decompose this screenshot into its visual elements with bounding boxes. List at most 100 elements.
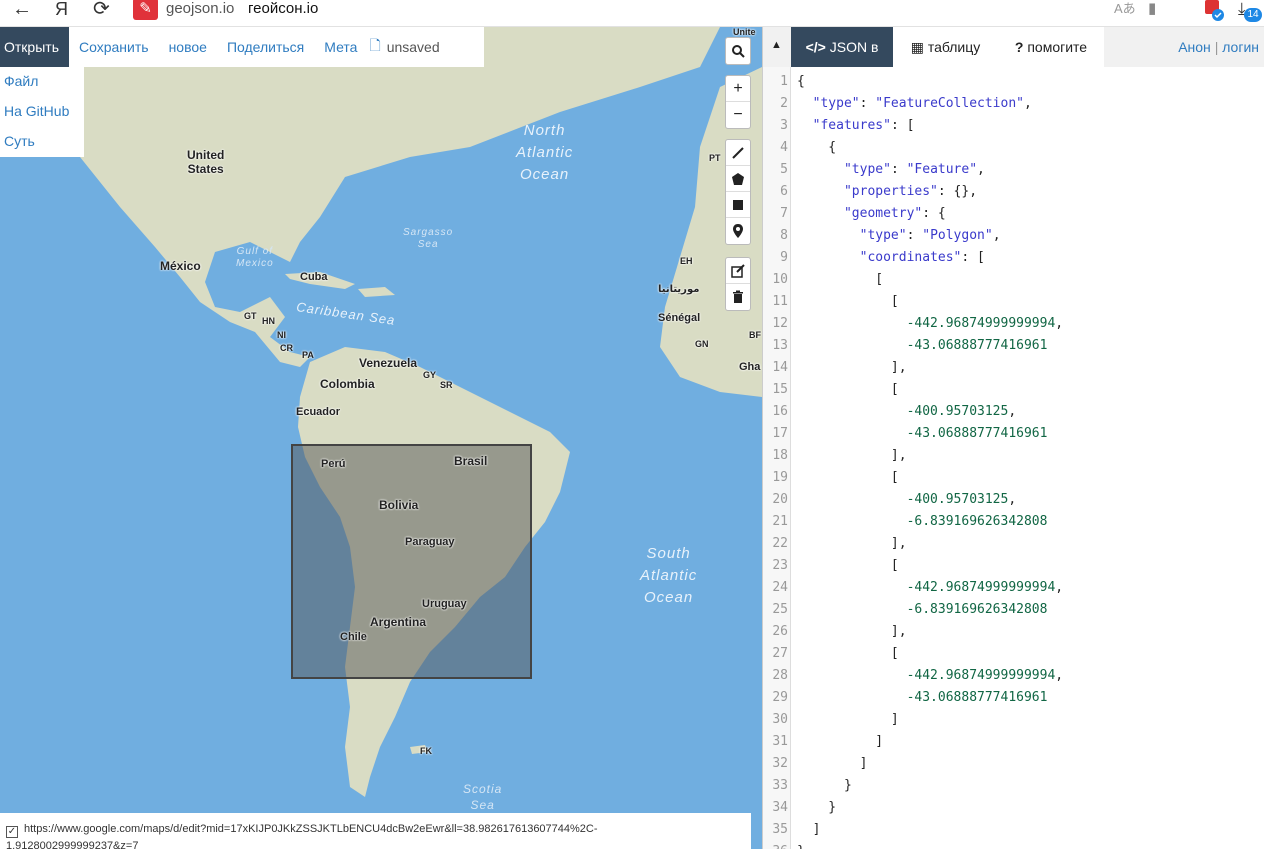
line-number: 8	[780, 228, 788, 243]
line-number: 11	[772, 294, 788, 309]
search-button[interactable]	[726, 38, 750, 64]
map-label-pt: PT	[709, 153, 721, 163]
line-number: 20	[772, 492, 788, 507]
line-number: 24	[772, 580, 788, 595]
code-line: ]	[797, 822, 821, 837]
code-line: {	[797, 140, 837, 155]
draw-polygon-button[interactable]	[726, 166, 750, 192]
map-label-pa: PA	[302, 350, 314, 360]
code-line: -400.95703125,	[906, 492, 1017, 507]
menu-share[interactable]: Поделиться	[217, 27, 314, 67]
map-url-footer: ✓ https://www.google.com/maps/d/edit?mid=…	[0, 813, 751, 849]
tab-table[interactable]: ▦ таблицу	[893, 27, 998, 67]
footer-url-line2[interactable]: 1.9128002999999237&z=7	[6, 840, 138, 849]
line-number: 21	[772, 514, 788, 529]
line-number: 18	[772, 448, 788, 463]
yandex-icon[interactable]: Я	[55, 0, 68, 18]
extension-icon[interactable]	[1203, 0, 1225, 21]
code-line: -442.96874999999994,	[906, 580, 1064, 595]
site-favicon-icon: ✎	[133, 0, 158, 20]
code-line: "type": "FeatureCollection",	[812, 96, 1032, 111]
anon-link[interactable]: Анон	[1178, 39, 1211, 55]
ocean-label-scotia: Scotia Sea	[463, 782, 503, 812]
back-arrow-icon[interactable]: ←	[12, 0, 32, 19]
line-number: 10	[772, 272, 788, 287]
code-line: ],	[797, 360, 907, 375]
map-label-mauritania: موريتانيا	[658, 284, 700, 295]
reload-icon[interactable]: ⟳	[93, 0, 110, 19]
code-line: "features": [	[812, 118, 915, 133]
menu-save[interactable]: Сохранить	[69, 27, 159, 67]
code-line: }	[797, 778, 852, 793]
map-label-argentina: Argentina	[370, 615, 427, 629]
top-menu: Открыть Сохранить новое Поделиться Мета …	[0, 27, 484, 67]
line-number: 6	[780, 184, 788, 199]
menu-meta[interactable]: Мета	[314, 27, 367, 67]
map-label-chile: Chile	[340, 631, 367, 643]
code-line: "type": "Polygon",	[859, 228, 1001, 243]
footer-url-line1[interactable]: https://www.google.com/maps/d/edit?mid=1…	[24, 823, 598, 835]
line-number: 4	[780, 140, 788, 155]
tab-json[interactable]: </> JSON в	[791, 27, 893, 67]
ocean-label-sargasso: Sargasso Sea	[403, 227, 454, 250]
delete-layers-button[interactable]	[726, 284, 750, 310]
panel-tabs: ▲ </> JSON в ▦ таблицу ? помогите Анон |…	[763, 27, 1264, 67]
code-line: "coordinates": [	[859, 250, 985, 265]
line-number: 23	[772, 558, 788, 573]
line-number: 32	[772, 756, 788, 771]
map-label-ghana: Gha	[739, 361, 761, 373]
code-line: ]	[797, 756, 868, 771]
footer-checkbox[interactable]: ✓	[6, 826, 18, 838]
map-label-hn: HN	[262, 316, 275, 326]
line-number: 34	[772, 800, 788, 815]
marker-icon	[733, 224, 743, 238]
bookmark-icon[interactable]: ▮	[1148, 0, 1156, 18]
tab-help[interactable]: ? помогите	[998, 27, 1104, 67]
map-label-peru: Perú	[321, 458, 346, 470]
map-label-eh: EH	[680, 256, 693, 266]
tab-json-label: JSON в	[829, 39, 879, 55]
browser-domain[interactable]: geojson.io	[166, 0, 234, 17]
zoom-out-button[interactable]: −	[726, 102, 750, 128]
ocean-label-south-atlantic: South Atlantic Ocean	[640, 545, 698, 606]
map-label-sr: SR	[440, 380, 453, 390]
open-dropdown-menu: Файл На GitHub Суть	[0, 67, 84, 157]
line-number: 14	[772, 360, 788, 375]
map-label-gt: GT	[244, 311, 257, 321]
browser-toolbar: ← Я ⟳ ✎ geojson.io геойсон.io Aあ ▮ ⤓ 14	[0, 0, 1264, 27]
menu-open[interactable]: Открыть	[0, 27, 69, 67]
zoom-in-button[interactable]: +	[726, 76, 750, 102]
tab-table-label: таблицу	[927, 39, 981, 55]
ocean-label-gulf-of-mexico: Gulf of Mexico	[236, 246, 274, 269]
ocean-label-north-atlantic: North Atlantic Ocean	[516, 122, 574, 183]
edit-icon	[731, 263, 745, 278]
login-link[interactable]: логин	[1222, 39, 1259, 55]
draw-line-button[interactable]	[726, 140, 750, 166]
line-number: 12	[772, 316, 788, 331]
document-icon: 🗋	[369, 37, 381, 53]
draw-rectangle-button[interactable]	[726, 192, 750, 218]
code-line: ]	[797, 712, 899, 727]
auth-links: Анон | логин	[1178, 27, 1259, 67]
collapse-panel-icon[interactable]: ▲	[771, 39, 782, 51]
json-editor[interactable]: 1 2 3 4 5 6 7 8 9 10 11 12 13 14 15 16 17 18 19 20 21 22 23 24 2…	[763, 67, 1264, 849]
dropdown-item-github[interactable]: На GitHub	[0, 97, 84, 127]
map-label-venezuela: Venezuela	[359, 356, 418, 370]
line-number: 28	[772, 668, 788, 683]
code-line: ]	[797, 734, 884, 749]
line-number: 9	[780, 250, 788, 265]
edit-layers-button[interactable]	[726, 258, 750, 284]
code-line: "properties": {},	[843, 184, 978, 199]
map-label-bf: BF	[749, 330, 761, 340]
map-basemap	[30, 27, 762, 797]
menu-new[interactable]: новое	[159, 27, 217, 67]
dropdown-item-gist[interactable]: Суть	[0, 127, 84, 157]
code-line: ],	[797, 624, 907, 639]
edit-toolbar	[725, 257, 751, 311]
draw-marker-button[interactable]	[726, 218, 750, 244]
map-canvas[interactable]: United States México Cuba Venezuela Colom…	[0, 27, 762, 849]
translate-icon[interactable]: Aあ	[1114, 0, 1136, 18]
map-label-bolivia: Bolivia	[379, 498, 419, 512]
dropdown-item-file[interactable]: Файл	[0, 67, 84, 97]
browser-page-title: геойсон.io	[248, 0, 319, 17]
